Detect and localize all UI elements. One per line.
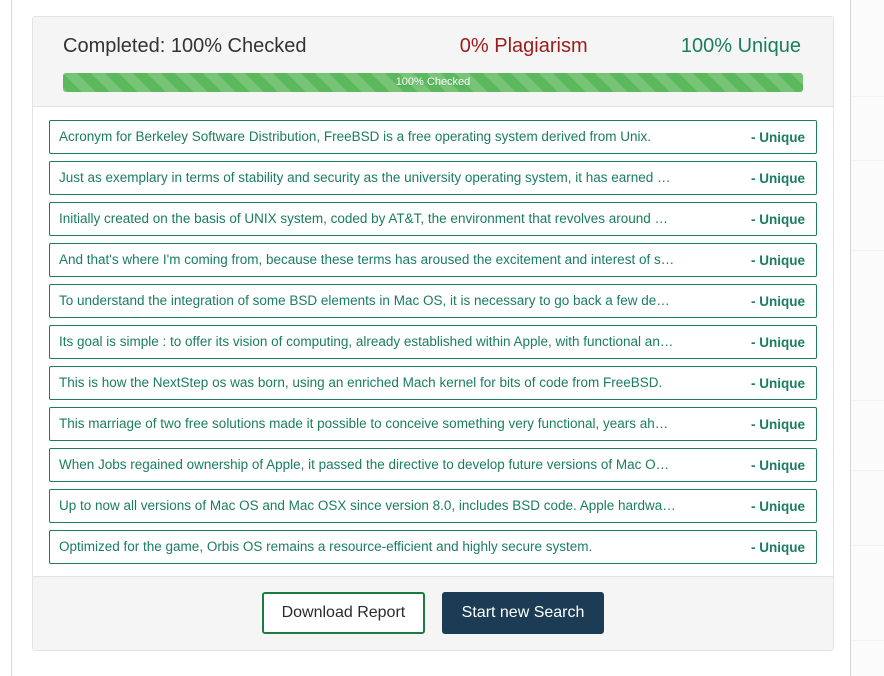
page-left-rule: [11, 0, 12, 676]
result-row[interactable]: Initially created on the basis of UNIX s…: [49, 202, 817, 236]
result-sentence: To understand the integration of some BS…: [59, 293, 670, 308]
results-list: Acronym for Berkeley Software Distributi…: [33, 107, 833, 576]
completed-status-label: Completed: 100% Checked: [63, 35, 307, 57]
result-row[interactable]: To understand the integration of some BS…: [49, 284, 817, 318]
result-status-badge: - Unique: [751, 498, 805, 514]
progress-track: 100% Checked: [63, 73, 803, 92]
result-status-badge: - Unique: [751, 457, 805, 473]
result-status-badge: - Unique: [751, 334, 805, 350]
result-sentence: Acronym for Berkeley Software Distributi…: [59, 129, 651, 144]
result-sentence: And that's where I'm coming from, becaus…: [59, 252, 675, 267]
result-row[interactable]: This is how the NextStep os was born, us…: [49, 366, 817, 400]
gutter-band: [851, 640, 884, 641]
result-row[interactable]: Its goal is simple : to offer its vision…: [49, 325, 817, 359]
result-status-badge: - Unique: [751, 211, 805, 227]
page-right-gutter: [851, 0, 884, 676]
progress-bar-fill: 100% Checked: [63, 73, 803, 92]
plagiarism-percentage-label: 0% Plagiarism: [459, 35, 588, 57]
result-sentence: This marriage of two free solutions made…: [59, 416, 669, 431]
result-status-badge: - Unique: [751, 129, 805, 145]
result-status-badge: - Unique: [751, 416, 805, 432]
result-sentence: Just as exemplary in terms of stability …: [59, 170, 671, 185]
result-status-badge: - Unique: [751, 375, 805, 391]
gutter-band: [851, 160, 884, 161]
result-row[interactable]: Acronym for Berkeley Software Distributi…: [49, 120, 817, 154]
gutter-band: [851, 400, 884, 401]
result-row[interactable]: Up to now all versions of Mac OS and Mac…: [49, 489, 817, 523]
result-sentence: When Jobs regained ownership of Apple, i…: [59, 457, 670, 472]
gutter-band: [851, 545, 884, 546]
result-row[interactable]: This marriage of two free solutions made…: [49, 407, 817, 441]
result-row[interactable]: Optimized for the game, Orbis OS remains…: [49, 530, 817, 564]
result-sentence: Up to now all versions of Mac OS and Mac…: [59, 498, 676, 513]
result-status-badge: - Unique: [751, 293, 805, 309]
unique-percentage-label: 100% Unique: [680, 35, 801, 57]
plagiarism-report-panel: Completed: 100% Checked 0% Plagiarism 10…: [32, 16, 834, 651]
gutter-band: [851, 250, 884, 251]
result-status-badge: - Unique: [751, 252, 805, 268]
report-actions-footer: Download Report Start new Search: [33, 576, 833, 650]
download-report-button[interactable]: Download Report: [261, 592, 426, 634]
result-sentence: Optimized for the game, Orbis OS remains…: [59, 539, 593, 554]
result-status-badge: - Unique: [751, 170, 805, 186]
start-new-search-button[interactable]: Start new Search: [441, 592, 605, 634]
result-sentence: Initially created on the basis of UNIX s…: [59, 211, 669, 226]
result-status-badge: - Unique: [751, 539, 805, 555]
report-summary-header: Completed: 100% Checked 0% Plagiarism 10…: [33, 17, 833, 107]
gutter-band: [851, 96, 884, 97]
result-row[interactable]: And that's where I'm coming from, becaus…: [49, 243, 817, 277]
gutter-band: [851, 470, 884, 471]
result-row[interactable]: When Jobs regained ownership of Apple, i…: [49, 448, 817, 482]
result-sentence: This is how the NextStep os was born, us…: [59, 375, 663, 390]
result-sentence: Its goal is simple : to offer its vision…: [59, 334, 674, 349]
summary-stats-row: Completed: 100% Checked 0% Plagiarism 10…: [49, 33, 817, 59]
result-row[interactable]: Just as exemplary in terms of stability …: [49, 161, 817, 195]
